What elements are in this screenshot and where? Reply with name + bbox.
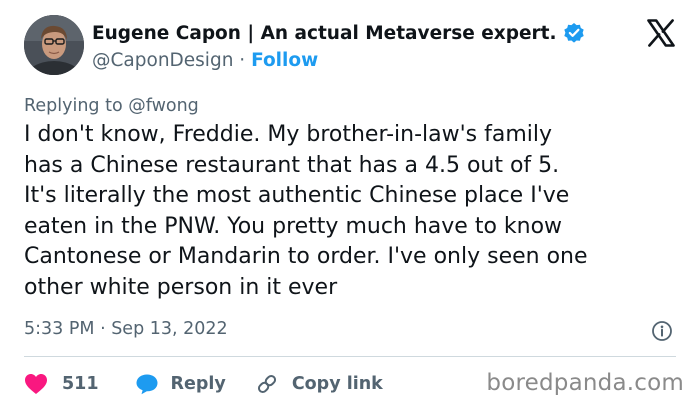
author-handle-row: @CaponDesign · Follow	[92, 50, 318, 71]
tweet-text-line: has a Chinese restaurant that has a 4.5 …	[24, 152, 560, 178]
tweet-text-line: Cantonese or Mandarin to order. I've onl…	[24, 244, 588, 269]
handle-separator: ·	[233, 50, 252, 71]
info-icon[interactable]	[651, 320, 673, 342]
x-logo-icon[interactable]	[646, 18, 676, 48]
tweet-text: I don't know, Freddie. My brother-in-law…	[24, 120, 684, 303]
avatar[interactable]	[24, 15, 84, 75]
link-icon	[257, 374, 276, 394]
follow-link[interactable]: Follow	[251, 50, 318, 71]
speech-bubble-icon	[136, 374, 158, 395]
tweet-text-line: It's literally the most authentic Chines…	[24, 183, 570, 208]
divider	[24, 356, 676, 357]
reply-label: Reply	[170, 374, 226, 394]
action-bar: 511 Reply Copy link	[24, 372, 383, 396]
tweet-text-line: other white person in it ever	[24, 274, 338, 300]
copy-link-label: Copy link	[291, 374, 383, 394]
like-button[interactable]: 511	[24, 373, 99, 395]
reply-context[interactable]: Replying to @fwong	[24, 96, 199, 116]
copy-link-button[interactable]: Copy link	[256, 373, 383, 395]
watermark: boredpanda.com	[486, 370, 684, 396]
author-display-name[interactable]: Eugene Capon | An actual Metaverse exper…	[92, 23, 557, 44]
like-count: 511	[62, 374, 99, 394]
tweet-text-line: I don't know, Freddie. My brother-in-law…	[24, 122, 552, 147]
author-handle[interactable]: @CaponDesign	[92, 50, 233, 71]
heart-icon	[25, 374, 47, 394]
tweet-timestamp[interactable]: 5:33 PM · Sep 13, 2022	[24, 319, 228, 339]
verified-badge-icon	[563, 22, 585, 44]
tweet-text-line: eaten in the PNW. You pretty much have t…	[24, 213, 563, 239]
reply-button[interactable]: Reply	[135, 373, 226, 395]
author-name-row: Eugene Capon | An actual Metaverse exper…	[92, 22, 585, 44]
